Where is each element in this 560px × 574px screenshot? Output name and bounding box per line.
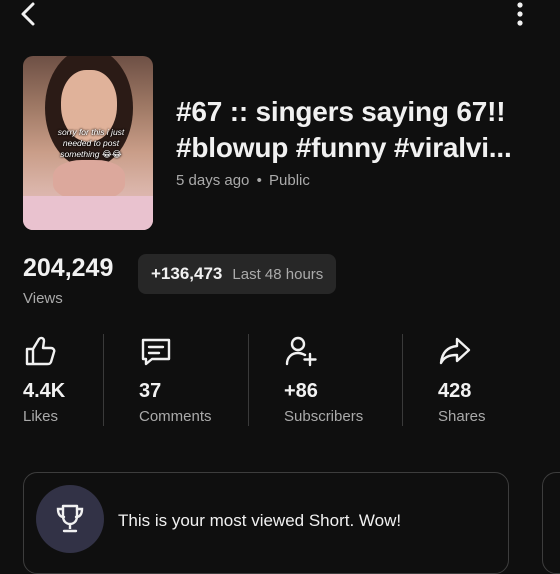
stat-likes[interactable]: 4.4K Likes	[23, 334, 65, 425]
views-delta: +136,473	[151, 264, 223, 283]
next-card-peek[interactable]	[542, 472, 560, 574]
stat-shares[interactable]: 428 Shares	[438, 334, 486, 425]
video-meta: 5 days ago • Public	[176, 172, 310, 189]
thumbs-up-icon	[25, 336, 56, 366]
add-person-icon	[285, 336, 317, 367]
views-label: Views	[23, 290, 63, 307]
meta-separator: •	[256, 172, 262, 189]
comments-label: Comments	[139, 408, 212, 425]
back-button[interactable]	[10, 0, 46, 30]
trophy-badge	[36, 485, 104, 553]
views-delta-period: Last 48 hours	[232, 265, 324, 283]
share-icon	[439, 337, 471, 365]
subscribers-count: +86	[284, 380, 318, 402]
video-title-line-2: #blowup #funny #viralvi...	[176, 132, 512, 163]
shares-count: 428	[438, 380, 472, 402]
thumbnail-shirt	[23, 196, 153, 230]
stat-divider	[248, 334, 249, 426]
stat-divider	[402, 334, 403, 426]
comment-icon	[141, 338, 171, 366]
likes-label: Likes	[23, 408, 59, 425]
more-options-button[interactable]	[506, 0, 534, 30]
visibility-status: Public	[269, 172, 310, 189]
video-thumbnail[interactable]: sorry for this i just needed to post som…	[23, 56, 153, 230]
trophy-icon	[56, 504, 84, 533]
upload-age: 5 days ago	[176, 172, 250, 189]
thumbnail-hands	[53, 160, 125, 200]
thumbnail-caption: sorry for this i just needed to post som…	[57, 127, 125, 159]
video-title-line-1: #67 :: singers saying 67!!	[176, 96, 506, 127]
stat-subscribers[interactable]: +86 Subscribers	[284, 334, 363, 425]
comments-count: 37	[139, 380, 162, 402]
stat-comments[interactable]: 37 Comments	[139, 334, 212, 425]
subscribers-label: Subscribers	[284, 408, 364, 425]
milestone-card[interactable]: This is your most viewed Short. Wow!	[23, 472, 509, 574]
shares-label: Shares	[438, 408, 486, 425]
stat-divider	[103, 334, 104, 426]
milestone-text: This is your most viewed Short. Wow!	[118, 511, 402, 530]
more-vertical-icon	[517, 2, 523, 26]
views-count: 204,249	[23, 254, 114, 282]
video-title: #67 :: singers saying 67!! #blowup #funn…	[176, 94, 546, 166]
views-delta-pill: +136,473 Last 48 hours	[138, 254, 337, 294]
chevron-left-icon	[21, 2, 35, 26]
likes-count: 4.4K	[23, 380, 66, 402]
